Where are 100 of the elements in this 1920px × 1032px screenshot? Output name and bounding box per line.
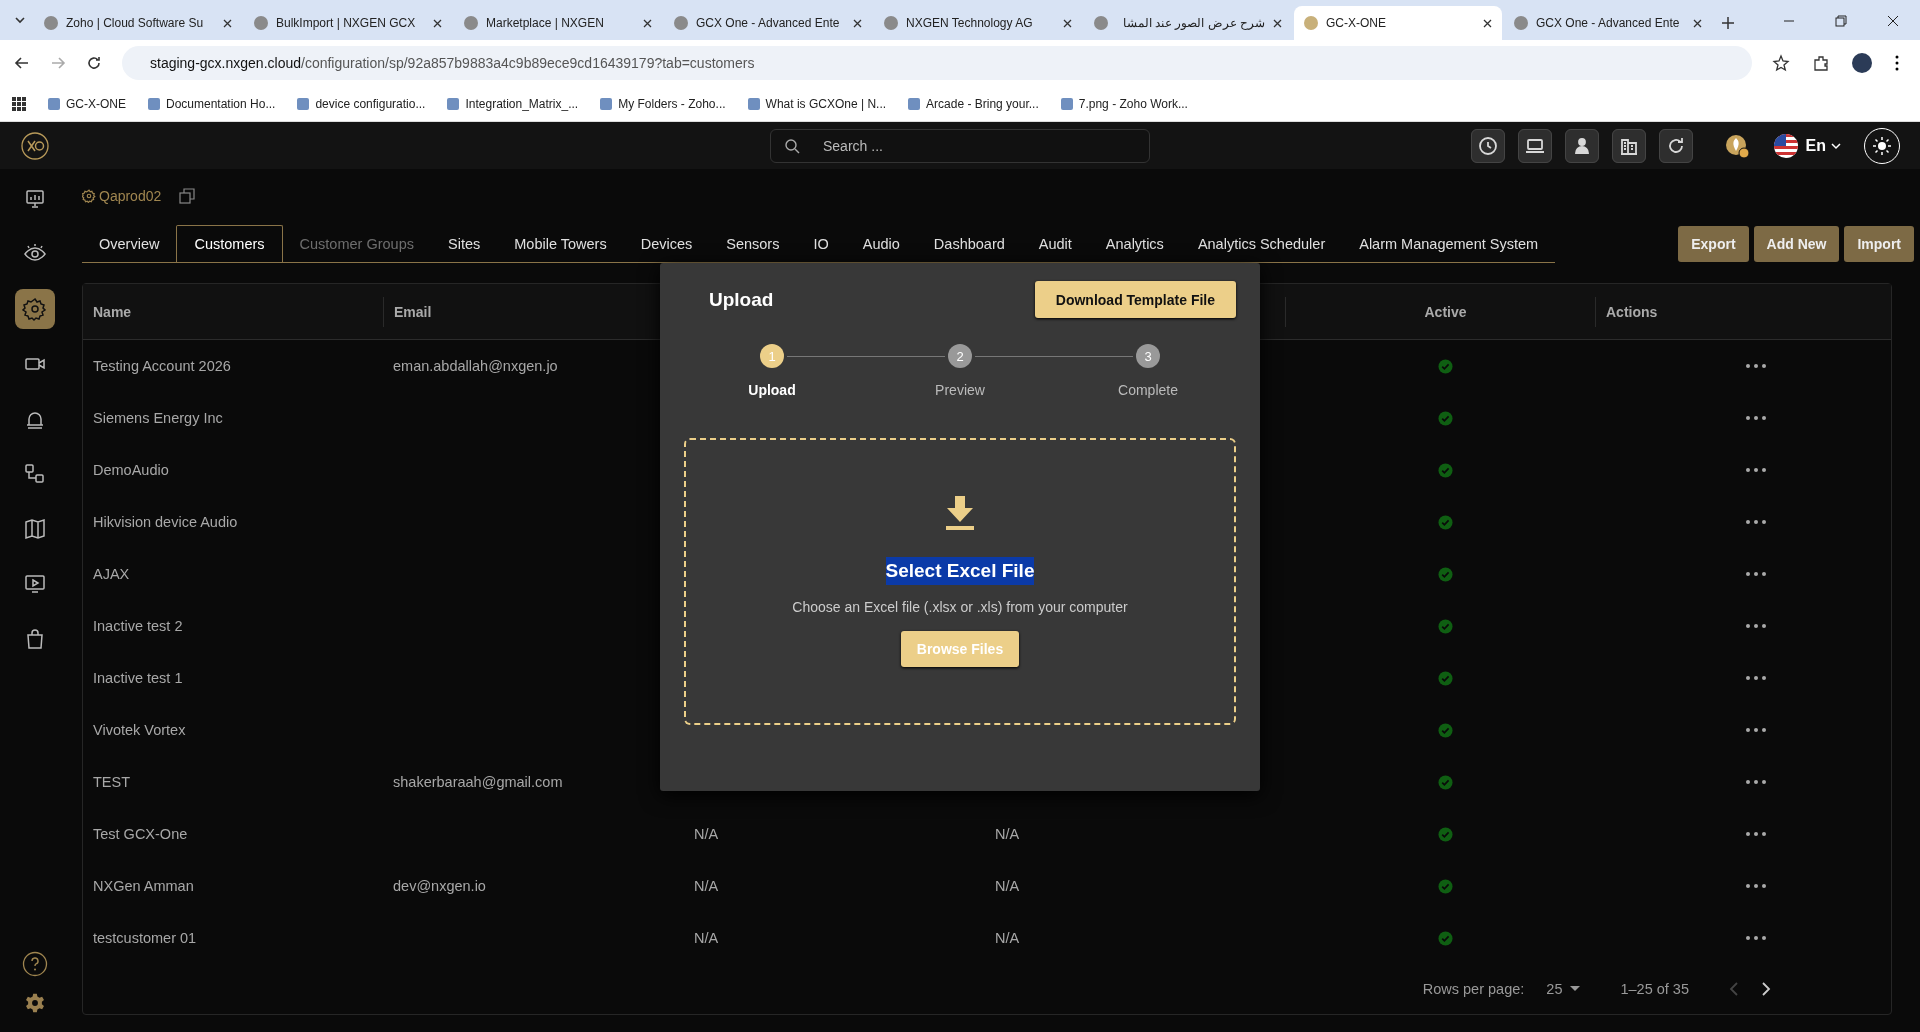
file-dropzone[interactable]: Select Excel File Choose an Excel file (.xlsx or .xls) from your computer Browse Files xyxy=(684,438,1236,725)
more-icon[interactable] xyxy=(1745,727,1767,733)
close-icon[interactable] xyxy=(223,18,232,28)
caret-icon[interactable] xyxy=(14,14,26,26)
browser-tab[interactable]: BulkImport | NXGEN GCX xyxy=(244,6,452,40)
puzzle-icon[interactable] xyxy=(1812,54,1830,72)
close-icon[interactable] xyxy=(853,18,862,28)
dropzone-title: Select Excel File xyxy=(885,557,1035,585)
browser-tab[interactable]: شرح عرض الصور عند المشا xyxy=(1084,6,1292,40)
tab[interactable]: Audio xyxy=(845,226,917,262)
settings-icon[interactable] xyxy=(24,992,46,1014)
caret-icon[interactable] xyxy=(1570,986,1581,992)
refresh-icon[interactable] xyxy=(1658,128,1693,163)
browser-tab[interactable]: GCX One - Advanced Ente xyxy=(1504,6,1712,40)
column-header: Email xyxy=(394,303,432,320)
action-button[interactable]: Import xyxy=(1844,226,1914,262)
close-icon[interactable] xyxy=(1693,18,1702,28)
bookmark[interactable]: My Folders - Zoho... xyxy=(600,96,726,111)
table-cell: dev@nxgen.io xyxy=(393,878,486,894)
browser-tab[interactable]: NXGEN Technology AG xyxy=(874,6,1082,40)
copy-icon[interactable] xyxy=(179,188,196,204)
more-icon[interactable] xyxy=(1745,467,1767,473)
bookmark[interactable]: Documentation Ho... xyxy=(148,96,276,111)
tab[interactable]: Overview xyxy=(82,226,177,262)
more-icon[interactable] xyxy=(1745,935,1767,941)
table-cell: NXGen Amman xyxy=(93,878,194,894)
logo-icon[interactable] xyxy=(20,130,50,161)
tab[interactable]: Sites xyxy=(431,226,498,262)
tab[interactable]: Dashboard xyxy=(916,226,1022,262)
help-icon[interactable] xyxy=(22,951,48,977)
more-icon[interactable] xyxy=(1894,54,1900,72)
profile-avatar[interactable] xyxy=(1852,53,1872,73)
action-button[interactable]: Add New xyxy=(1753,226,1840,262)
tab[interactable]: Customers xyxy=(176,225,283,262)
more-icon[interactable] xyxy=(1745,675,1767,681)
step-label: Preview xyxy=(935,382,985,398)
bookmark[interactable]: Arcade - Bring your... xyxy=(908,96,1039,111)
browser-tab[interactable]: Marketplace | NXGEN xyxy=(454,6,662,40)
more-icon[interactable] xyxy=(1745,415,1767,421)
bookmark[interactable]: What is GCXOne | N... xyxy=(747,96,887,111)
tab[interactable]: Audit xyxy=(1021,226,1089,262)
tab[interactable]: Sensors xyxy=(709,226,797,262)
bookmark[interactable]: 7.png - Zoho Work... xyxy=(1060,96,1188,111)
browser-tab[interactable]: Zoho | Cloud Software Su xyxy=(34,6,242,40)
table-cell: N/A xyxy=(995,930,1020,946)
reload-icon[interactable] xyxy=(86,55,102,71)
sidebar-icon[interactable] xyxy=(15,289,55,329)
clock-icon[interactable] xyxy=(1470,128,1505,163)
dropzone-description: Choose an Excel file (.xlsx or .xls) from your computer xyxy=(792,599,1128,615)
more-icon[interactable] xyxy=(1745,831,1767,837)
new-tab-icon[interactable] xyxy=(1721,16,1735,30)
close-icon[interactable] xyxy=(1483,18,1492,28)
bookmark[interactable]: device configuratio... xyxy=(297,96,426,111)
rows-per-page-select[interactable]: 25 xyxy=(1546,981,1563,997)
more-icon[interactable] xyxy=(1745,883,1767,889)
laptop-icon[interactable] xyxy=(1517,128,1552,163)
search-icon xyxy=(784,137,800,154)
search-field[interactable]: Search ... xyxy=(770,128,1150,163)
tab[interactable]: Analytics Scheduler xyxy=(1180,226,1343,262)
table-cell: Testing Account 2026 xyxy=(93,358,231,374)
browser-tab[interactable]: GCX One - Advanced Ente xyxy=(664,6,872,40)
dialog-title: Upload xyxy=(709,288,774,311)
table-cell: eman.abdallah@nxgen.jo xyxy=(393,358,558,374)
building-icon[interactable] xyxy=(1611,128,1646,163)
action-button[interactable]: Export xyxy=(1678,226,1749,262)
language-selector[interactable]: En xyxy=(1805,136,1826,155)
table-cell: testcustomer 01 xyxy=(93,930,197,946)
close-icon[interactable] xyxy=(643,18,652,28)
bookmark[interactable]: Integration_Matrix_... xyxy=(447,96,579,111)
step-number: 2 xyxy=(948,344,972,368)
restore-icon[interactable] xyxy=(1834,14,1848,28)
close-icon[interactable] xyxy=(433,18,442,28)
table-cell: N/A xyxy=(694,826,719,842)
more-icon[interactable] xyxy=(1745,571,1767,577)
bookmark[interactable]: GC-X-ONE xyxy=(48,96,126,111)
tab[interactable]: Alarm Management System xyxy=(1342,226,1556,262)
close-icon[interactable] xyxy=(1063,18,1072,28)
browser-tab[interactable]: GC-X-ONE xyxy=(1294,6,1502,40)
tab[interactable]: Mobile Towers xyxy=(497,226,624,262)
caret-icon[interactable] xyxy=(1831,140,1841,151)
more-icon[interactable] xyxy=(1745,519,1767,525)
user-icon[interactable] xyxy=(1564,128,1599,163)
column-header: Active xyxy=(1424,303,1467,320)
address-bar[interactable]: staging-gcx.nxgen.cloud/configuration/sp/92a857b9883a4c9b89ece9cd16439179?tab=customers xyxy=(122,46,1752,80)
next-page-icon[interactable] xyxy=(1761,982,1771,996)
tab[interactable]: IO xyxy=(796,226,846,262)
more-icon[interactable] xyxy=(1745,779,1767,785)
table-cell: N/A xyxy=(694,878,719,894)
page-range: 1–25 of 35 xyxy=(1620,981,1689,997)
back-icon[interactable] xyxy=(14,55,30,71)
tab[interactable]: Analytics xyxy=(1088,226,1181,262)
more-icon[interactable] xyxy=(1745,363,1767,369)
close-icon[interactable] xyxy=(1886,14,1900,28)
flag-icon[interactable] xyxy=(1772,132,1799,159)
tab[interactable]: Devices xyxy=(623,226,710,262)
apps-grid-icon[interactable] xyxy=(12,96,26,111)
more-icon[interactable] xyxy=(1745,623,1767,629)
download-template-button[interactable]: Download Template File xyxy=(1034,281,1236,318)
star-icon[interactable] xyxy=(1772,54,1790,72)
close-icon[interactable] xyxy=(1273,18,1282,28)
